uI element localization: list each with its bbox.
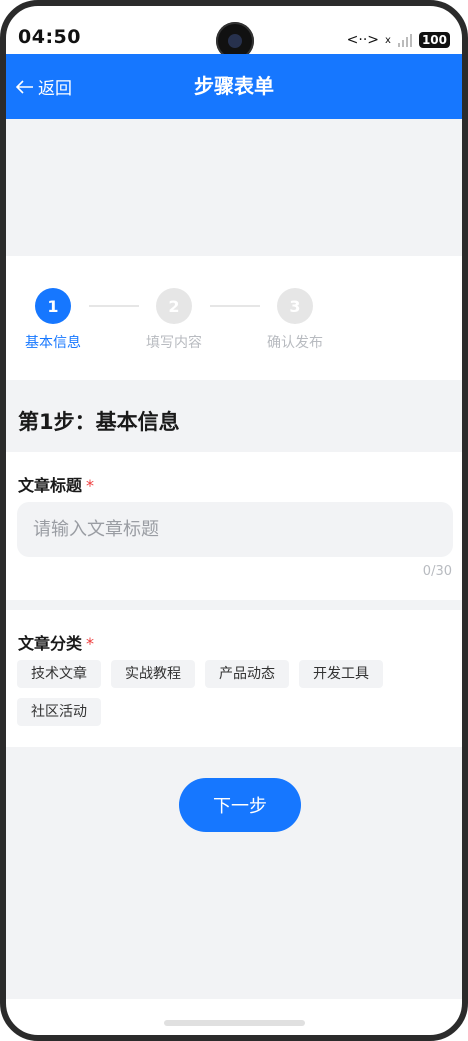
step-label: 填写内容: [146, 335, 202, 351]
arrow-left-icon: [16, 79, 33, 94]
step-2: 2 填写内容: [134, 288, 214, 352]
next-step-button[interactable]: 下一步: [179, 778, 301, 832]
back-label: 返回: [38, 79, 72, 99]
step-number: 1: [35, 288, 71, 324]
category-options: 技术文章 实战教程 产品动态 开发工具 社区活动: [17, 660, 457, 726]
category-tag[interactable]: 产品动态: [205, 660, 289, 688]
category-field-card: 文章分类 * 技术文章 实战教程 产品动态 开发工具 社区活动: [0, 610, 468, 747]
home-indicator[interactable]: [164, 1020, 305, 1026]
title-field-label: 文章标题 *: [18, 472, 94, 496]
step-number: 3: [277, 288, 313, 324]
back-button[interactable]: 返回: [16, 54, 72, 119]
step-indicator: 1 基本信息 2 填写内容 3 确认发布: [0, 256, 468, 380]
category-tag[interactable]: 开发工具: [299, 660, 383, 688]
step-1: 1 基本信息: [13, 288, 93, 352]
status-icons: <··> x 100: [347, 32, 450, 48]
step-number: 2: [156, 288, 192, 324]
category-tag[interactable]: 社区活动: [17, 698, 101, 726]
section-title: 第1步：基本信息: [18, 410, 180, 434]
step-connector: [210, 305, 260, 307]
step-connector: [89, 305, 139, 307]
content-area: 1 基本信息 2 填写内容 3 确认发布 第1步：基本信息 文章标题* 0/30…: [0, 119, 468, 999]
signal-icon: [397, 34, 412, 47]
status-time: 04:50: [18, 26, 81, 48]
step-3: 3 确认发布: [255, 288, 335, 352]
field-label-text: 文章标题: [18, 476, 83, 495]
title-input[interactable]: [17, 502, 453, 557]
required-mark: *: [86, 634, 95, 653]
step-label: 确认发布: [267, 335, 323, 351]
no-sim-icon: x: [385, 34, 391, 46]
char-counter: 0/30: [422, 564, 452, 579]
category-field-label: 文章分类 *: [18, 630, 94, 654]
battery-icon: 100: [418, 32, 450, 48]
required-mark: *: [86, 476, 95, 495]
category-tag[interactable]: 技术文章: [17, 660, 101, 688]
title-field-card: 文章标题* 0/30: [0, 452, 468, 600]
data-transfer-icon: <··>: [346, 32, 380, 48]
step-label: 基本信息: [25, 335, 81, 351]
field-label-text: 文章分类: [18, 634, 83, 653]
nav-bar: 返回 步骤表单: [0, 54, 468, 119]
category-tag[interactable]: 实战教程: [111, 660, 195, 688]
